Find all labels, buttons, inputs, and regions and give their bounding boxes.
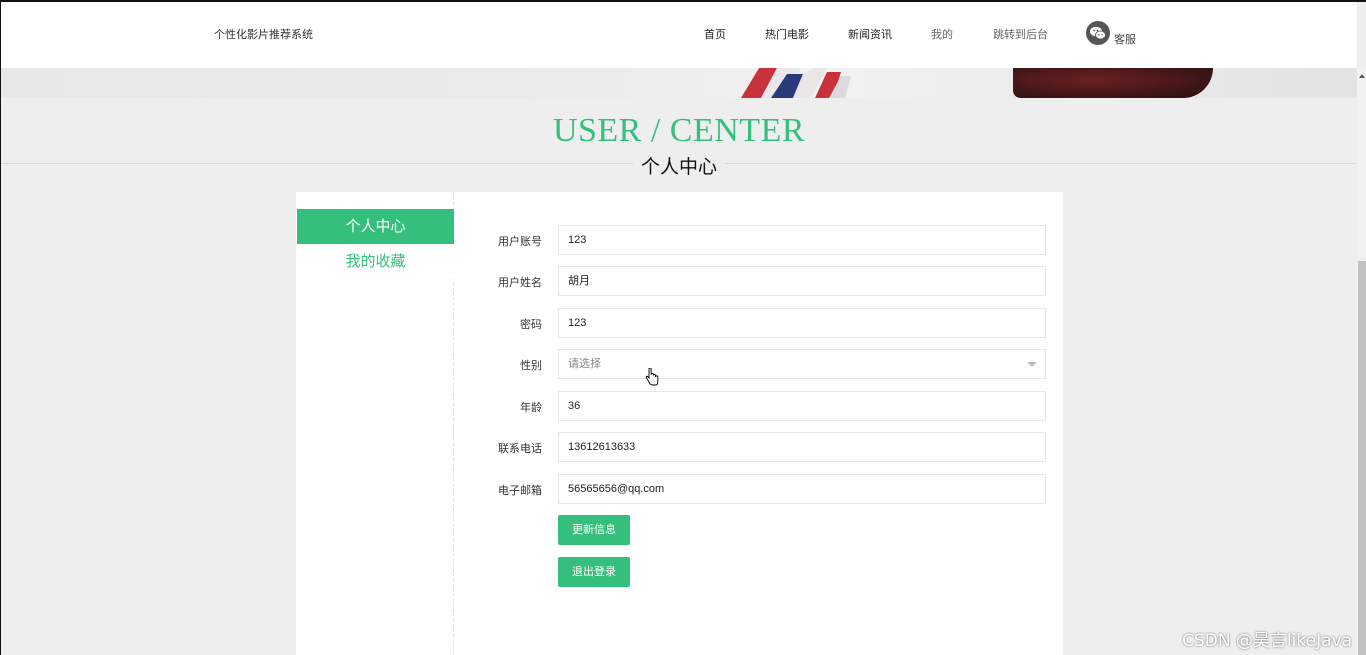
page-subtitle: 个人中心 xyxy=(1,152,1357,179)
watermark: CSDN @昊言likeJava xyxy=(1182,631,1352,651)
password-input[interactable]: 123 xyxy=(558,308,1046,338)
scroll-up-icon[interactable] xyxy=(1357,72,1366,80)
logout-button[interactable]: 退出登录 xyxy=(558,557,630,587)
hand-cursor-icon xyxy=(645,368,659,386)
customer-service-label: 客服 xyxy=(1114,33,1136,46)
age-input[interactable]: 36 xyxy=(558,391,1046,421)
chevron-down-icon xyxy=(1027,362,1037,367)
nav-mine[interactable]: 我的 xyxy=(931,26,953,42)
email-input[interactable]: 56565656@qq.com xyxy=(558,474,1046,504)
form-row-age: 年龄 36 xyxy=(486,391,1046,421)
wechat-icon xyxy=(1086,21,1110,45)
email-label: 电子邮箱 xyxy=(498,484,542,497)
phone-input[interactable]: 13612613633 xyxy=(558,432,1046,462)
site-title: 个性化影片推荐系统 xyxy=(214,28,313,41)
sidebar: 个人中心 我的收藏 xyxy=(296,192,454,655)
sidebar-item-favorites[interactable]: 我的收藏 xyxy=(297,244,454,279)
phone-label: 联系电话 xyxy=(498,442,542,455)
age-label: 年龄 xyxy=(520,401,542,414)
form-row-name: 用户姓名 胡月 xyxy=(486,266,1046,296)
form-row-phone: 联系电话 13612613633 xyxy=(486,432,1046,462)
page-title: USER / CENTER xyxy=(552,112,806,149)
account-input[interactable]: 123 xyxy=(558,225,1046,255)
scroll-thumb[interactable] xyxy=(1358,261,1366,655)
name-input[interactable]: 胡月 xyxy=(558,266,1046,296)
nav-home[interactable]: 首页 xyxy=(704,26,726,42)
nav-news[interactable]: 新闻资讯 xyxy=(848,26,892,42)
password-label: 密码 xyxy=(520,318,542,331)
nav-hot-movies[interactable]: 热门电影 xyxy=(765,26,809,42)
gender-label: 性别 xyxy=(520,359,542,372)
name-label: 用户姓名 xyxy=(498,276,542,289)
banner-figure xyxy=(1013,68,1213,98)
account-label: 用户账号 xyxy=(498,235,542,248)
page-subtitle-text: 个人中心 xyxy=(632,156,725,178)
app-window: 个性化影片推荐系统 首页 热门电影 新闻资讯 我的 跳转到后台 客服 USER … xyxy=(0,0,1366,655)
sidebar-item-profile[interactable]: 个人中心 xyxy=(297,209,454,244)
form-row-email: 电子邮箱 56565656@qq.com xyxy=(486,474,1046,504)
banner-flag-graphic xyxy=(741,68,851,98)
gender-select[interactable]: 请选择 xyxy=(558,349,1046,379)
form-row-password: 密码 123 xyxy=(486,308,1046,338)
top-navbar: 个性化影片推荐系统 首页 热门电影 新闻资讯 我的 跳转到后台 客服 xyxy=(1,2,1357,68)
user-center-panel: 个人中心 我的收藏 用户账号 123 用户姓名 胡月 密码 123 性别 请选择… xyxy=(296,192,1063,655)
banner-image xyxy=(1,68,1357,98)
nav-admin[interactable]: 跳转到后台 xyxy=(993,26,1048,42)
page-scrollbar[interactable] xyxy=(1357,68,1366,655)
form-row-account: 用户账号 123 xyxy=(486,225,1046,255)
gender-select-placeholder: 请选择 xyxy=(568,358,601,370)
update-info-button[interactable]: 更新信息 xyxy=(558,515,630,545)
form-row-gender: 性别 请选择 xyxy=(486,349,1046,379)
